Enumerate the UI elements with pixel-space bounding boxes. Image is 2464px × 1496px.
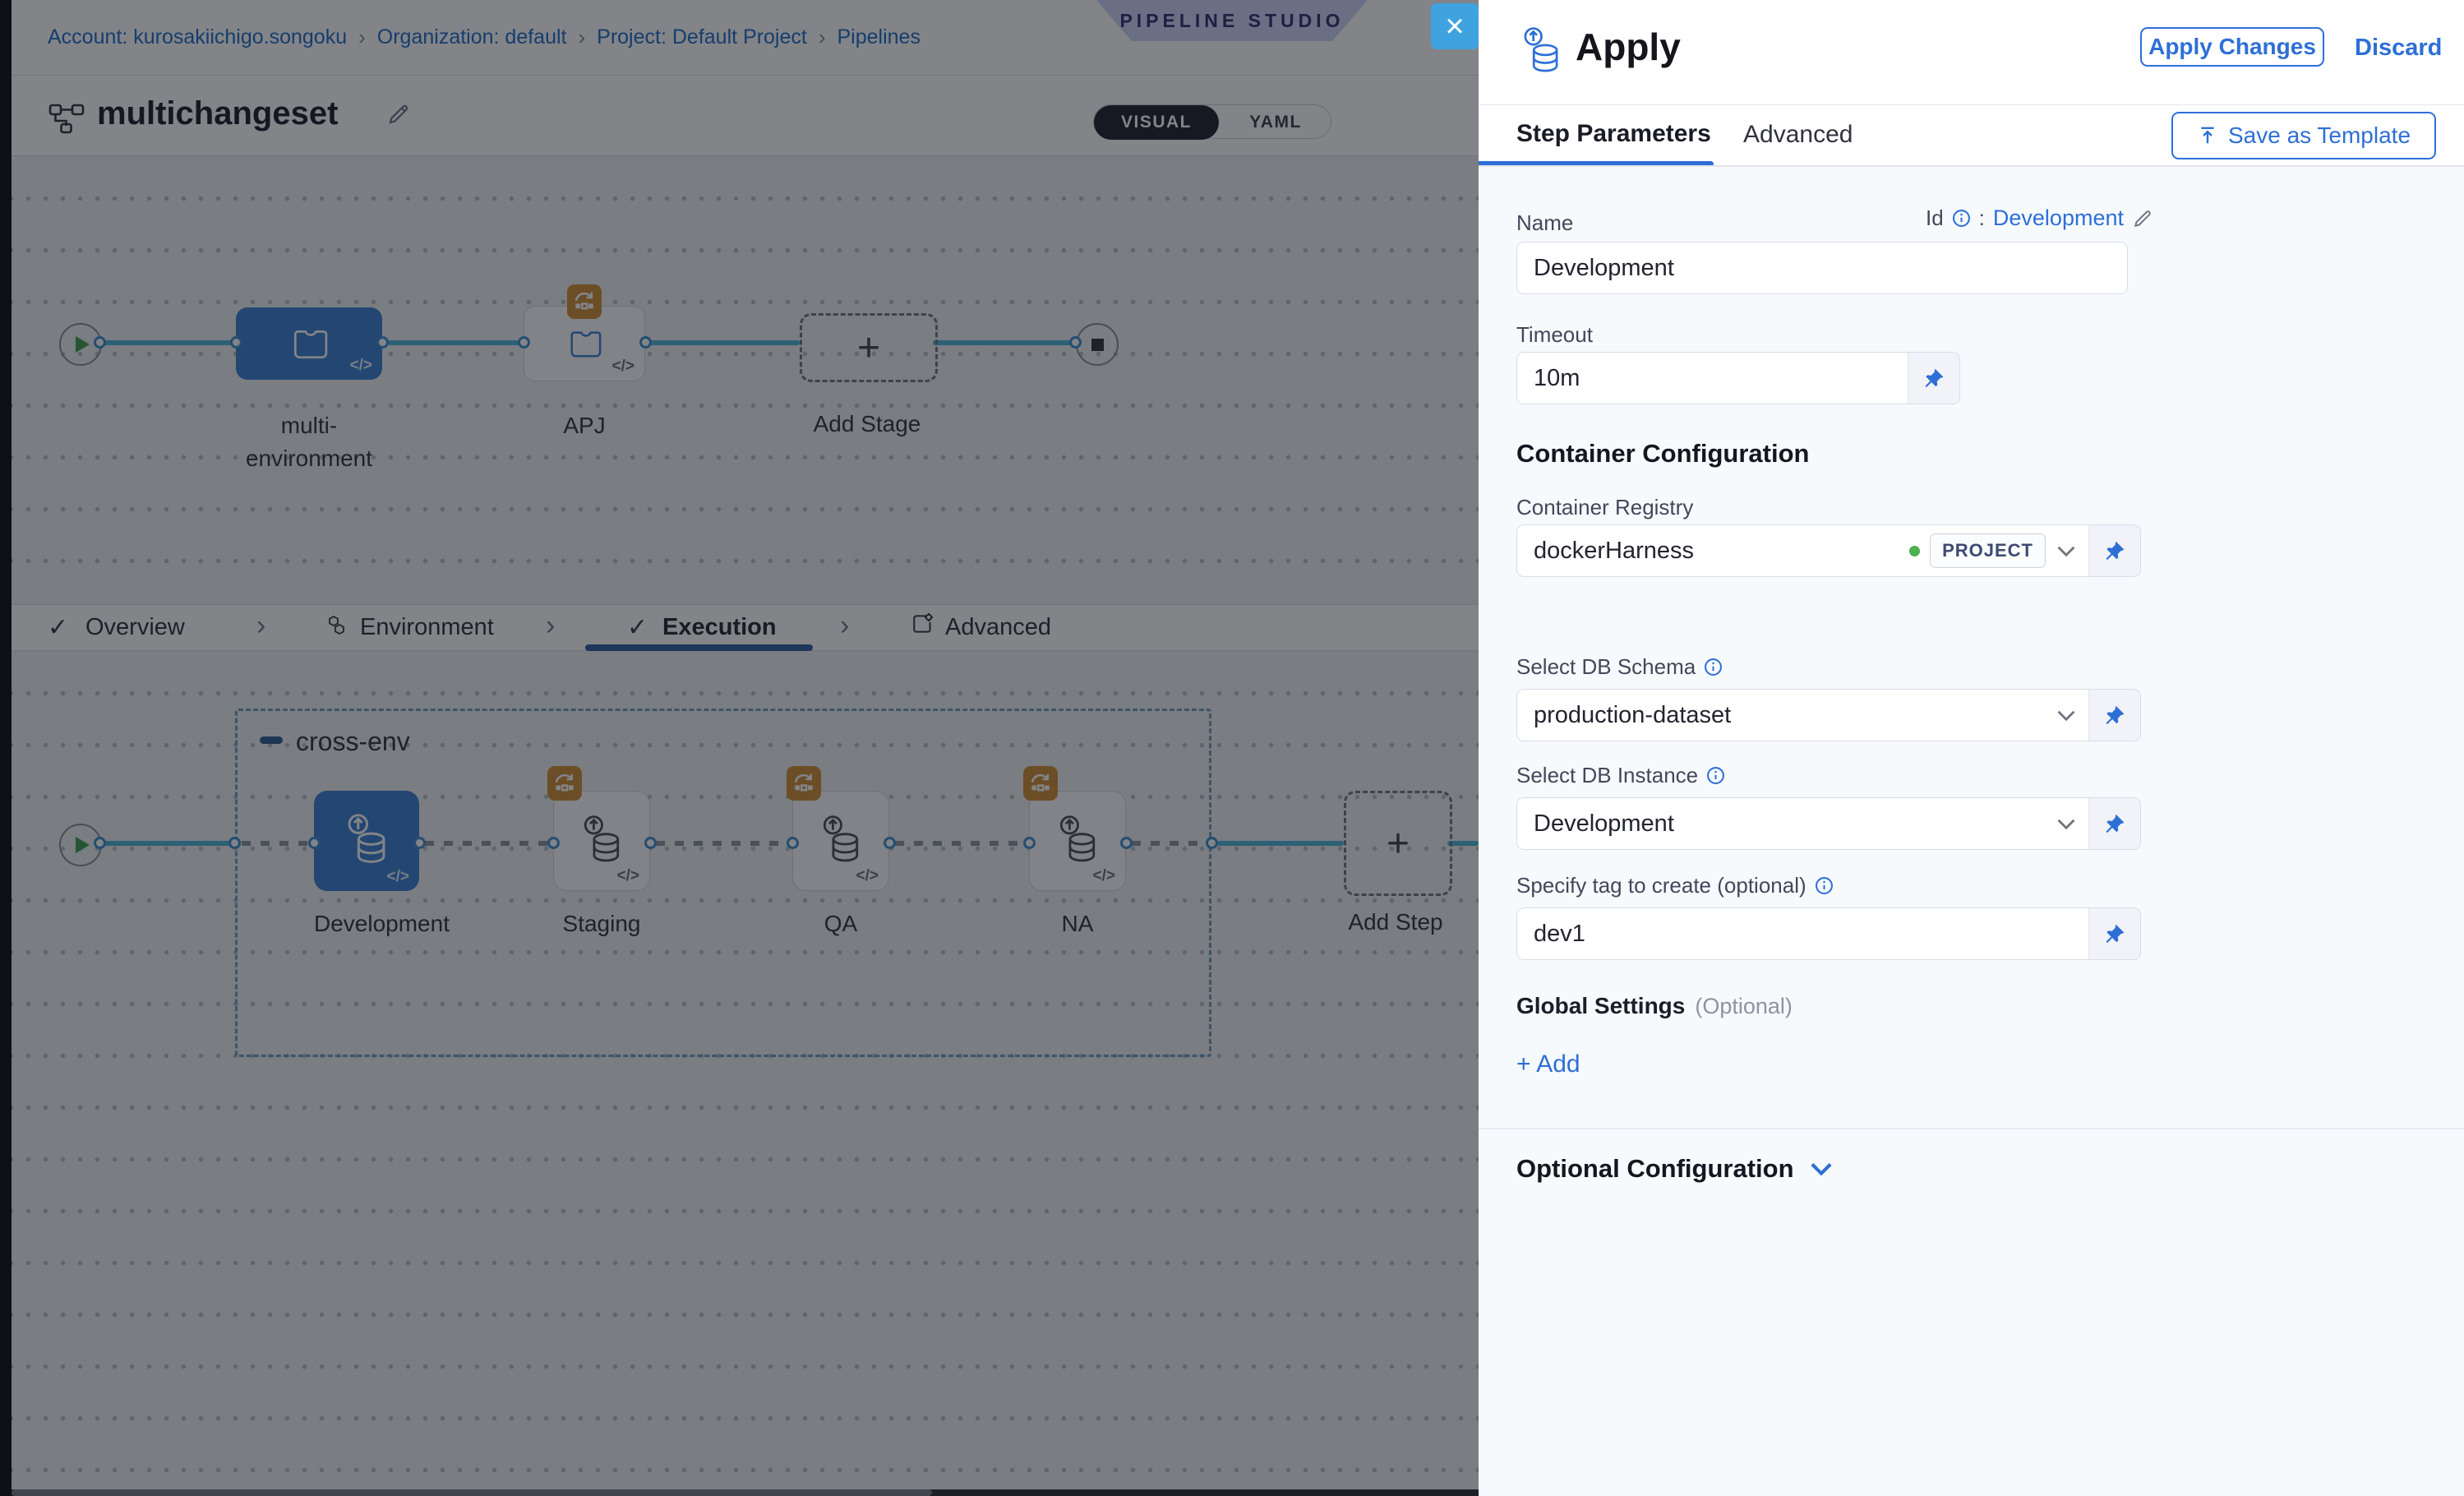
tag-field-wrap — [1516, 907, 2141, 960]
db-schema-value: production-dataset — [1517, 702, 1731, 729]
pin-icon — [2103, 704, 2126, 727]
container-registry-select[interactable]: dockerHarness PROJECT — [1517, 525, 2088, 576]
chevron-down-icon — [2057, 710, 2075, 721]
global-settings-optional: (Optional) — [1695, 994, 1793, 1019]
discard-button[interactable]: Discard — [2355, 35, 2442, 62]
id-value: Development — [1993, 205, 2124, 231]
timeout-label: Timeout — [1516, 322, 1593, 348]
tag-input[interactable] — [1517, 921, 2088, 948]
close-drawer-button[interactable]: × — [1431, 3, 1479, 49]
scope-badge: PROJECT — [1930, 533, 2046, 568]
tag-label: Specify tag to create (optional) — [1516, 873, 1806, 898]
tag-pin-button[interactable] — [2088, 908, 2140, 959]
pin-icon — [2103, 539, 2126, 562]
save-template-icon — [2197, 125, 2218, 146]
save-as-template-label: Save as Template — [2228, 122, 2411, 149]
db-instance-pin-button[interactable] — [2088, 798, 2140, 849]
drawer-overlay[interactable] — [0, 0, 1479, 1496]
id-row: Id : Development — [1926, 205, 2153, 231]
db-instance-value: Development — [1517, 810, 1674, 838]
name-input[interactable] — [1517, 255, 2127, 282]
timeout-field-wrap — [1516, 352, 1960, 404]
db-instance-field-wrap: Development — [1516, 797, 2141, 850]
global-settings-row: Global Settings (Optional) — [1516, 993, 1793, 1019]
optional-configuration-toggle[interactable]: Optional Configuration — [1516, 1154, 1832, 1184]
pin-icon — [2103, 812, 2126, 835]
db-instance-select[interactable]: Development — [1517, 798, 2088, 849]
connector-status-dot — [1909, 546, 1920, 556]
db-instance-label: Select DB Instance — [1516, 763, 1698, 788]
chevron-down-icon — [2057, 546, 2075, 556]
add-global-setting-link[interactable]: + Add — [1516, 1050, 1580, 1078]
db-schema-label: Select DB Schema — [1516, 654, 1696, 680]
save-as-template-button[interactable]: Save as Template — [2171, 112, 2436, 159]
timeout-input[interactable] — [1517, 365, 1908, 392]
info-icon[interactable] — [1704, 658, 1723, 676]
container-registry-value: dockerHarness — [1517, 538, 1694, 565]
tab-step-parameters[interactable]: Step Parameters — [1516, 120, 1711, 148]
db-schema-field-wrap: production-dataset — [1516, 689, 2141, 741]
info-icon[interactable] — [1815, 876, 1834, 895]
container-registry-field-wrap: dockerHarness PROJECT — [1516, 524, 2141, 577]
global-settings-label: Global Settings — [1516, 993, 1685, 1019]
timeout-pin-button[interactable] — [1908, 353, 1959, 404]
edit-id-icon[interactable] — [2132, 208, 2153, 229]
pin-icon — [2103, 922, 2126, 945]
optional-configuration-label: Optional Configuration — [1516, 1154, 1794, 1184]
db-schema-pin-button[interactable] — [2088, 690, 2140, 741]
db-instance-label-row: Select DB Instance — [1516, 763, 1725, 788]
section-divider — [1479, 1128, 2464, 1129]
container-configuration-heading: Container Configuration — [1516, 439, 1809, 469]
panel-header: Apply Apply Changes Discard — [1479, 0, 2464, 104]
pin-icon — [1922, 367, 1945, 390]
apply-step-icon — [1520, 26, 1562, 81]
chevron-down-icon — [2057, 819, 2075, 829]
chevron-down-icon — [1811, 1162, 1832, 1175]
name-label: Name — [1516, 210, 1573, 236]
info-icon[interactable] — [1952, 209, 1971, 228]
panel-tab-bar: Step Parameters Advanced Save as Templat… — [1479, 105, 2464, 166]
id-separator: : — [1979, 205, 1985, 231]
tag-label-row: Specify tag to create (optional) — [1516, 873, 1834, 898]
panel-title: Apply — [1576, 25, 1681, 69]
pipeline-studio-region: Account: kurosakiichigo.songoku › Organi… — [0, 0, 1479, 1496]
tab-advanced[interactable]: Advanced — [1743, 121, 1853, 149]
step-config-panel: Apply Apply Changes Discard Step Paramet… — [1479, 0, 2464, 1496]
registry-pin-button[interactable] — [2088, 525, 2140, 576]
name-field-wrap — [1516, 242, 2128, 294]
container-registry-label: Container Registry — [1516, 495, 1693, 520]
apply-changes-button[interactable]: Apply Changes — [2140, 27, 2324, 67]
info-icon[interactable] — [1706, 766, 1725, 785]
id-label: Id — [1926, 205, 1944, 231]
db-schema-select[interactable]: production-dataset — [1517, 690, 2088, 741]
db-schema-label-row: Select DB Schema — [1516, 654, 1723, 680]
tabs-divider — [1479, 165, 2464, 167]
harness-pipeline-studio-app: Account: kurosakiichigo.songoku › Organi… — [0, 0, 2464, 1496]
